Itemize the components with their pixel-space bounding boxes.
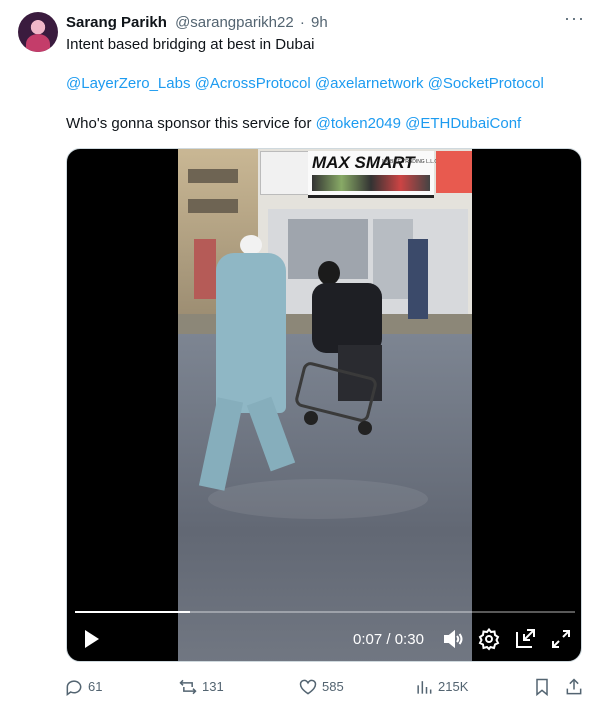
video-time: 0:07 / 0:30 <box>353 631 424 649</box>
tweet-question-text: Who's gonna sponsor this service for <box>66 115 312 132</box>
fullscreen-icon[interactable] <box>549 627 573 651</box>
settings-gear-icon[interactable] <box>477 627 501 651</box>
views-count: 215K <box>438 678 469 694</box>
mention-link[interactable]: @ETHDubaiConf <box>405 115 521 132</box>
author-name[interactable]: Sarang Parikh <box>66 14 167 31</box>
like-count: 585 <box>322 678 344 694</box>
tweet-mentions-line: @LayerZero_Labs @AcrossProtocol @axelarn… <box>66 74 544 94</box>
author-handle[interactable]: @sarangparikh22 <box>175 14 294 31</box>
repost-icon <box>179 679 197 694</box>
tweet-header: Sarang Parikh @sarangparikh22 · 9h <box>66 13 328 33</box>
picture-in-picture-icon[interactable] <box>513 627 537 651</box>
views-chart-icon <box>417 680 432 694</box>
reply-button[interactable]: 61 <box>64 676 102 697</box>
reply-count: 61 <box>88 678 103 694</box>
mention-link[interactable]: @AcrossProtocol <box>195 75 311 92</box>
mention-link[interactable]: @axelarnetwork <box>315 75 424 92</box>
separator: · <box>299 14 305 31</box>
video-progress-fill <box>75 611 190 613</box>
video-player[interactable]: MAX SMART MOBILE TRADING L.L.C 0:07 / 0:… <box>66 148 582 662</box>
share-icon <box>566 678 582 694</box>
bookmark-button[interactable] <box>532 676 552 697</box>
reply-icon <box>66 679 82 696</box>
avatar[interactable] <box>18 12 58 52</box>
mention-link[interactable]: @token2049 <box>316 115 401 132</box>
video-duration: 0:30 <box>394 631 424 648</box>
repost-button[interactable]: 131 <box>178 676 224 697</box>
like-button[interactable]: 585 <box>298 676 344 697</box>
volume-icon[interactable] <box>441 627 465 651</box>
heart-icon <box>299 679 317 695</box>
tweet-text-line3: Who's gonna sponsor this service for @to… <box>66 114 521 134</box>
mention-link[interactable]: @LayerZero_Labs <box>66 75 190 92</box>
more-options-icon[interactable]: ··· <box>564 9 584 30</box>
tweet-time[interactable]: 9h <box>311 14 328 31</box>
mention-link[interactable]: @SocketProtocol <box>428 75 544 92</box>
share-button[interactable] <box>564 676 584 697</box>
repost-count: 131 <box>202 678 224 694</box>
video-time-separator: / <box>382 631 395 648</box>
play-icon[interactable] <box>79 627 103 651</box>
video-current-time: 0:07 <box>353 631 383 648</box>
views-button[interactable]: 215K <box>414 676 468 697</box>
video-progress-bar[interactable] <box>75 611 575 613</box>
video-frame: MAX SMART MOBILE TRADING L.L.C <box>178 149 472 661</box>
tweet-text-line1: Intent based bridging at best in Dubai <box>66 36 315 53</box>
shop-sign-subtext: MOBILE TRADING L.L.C <box>382 159 439 165</box>
bookmark-icon <box>536 678 548 696</box>
